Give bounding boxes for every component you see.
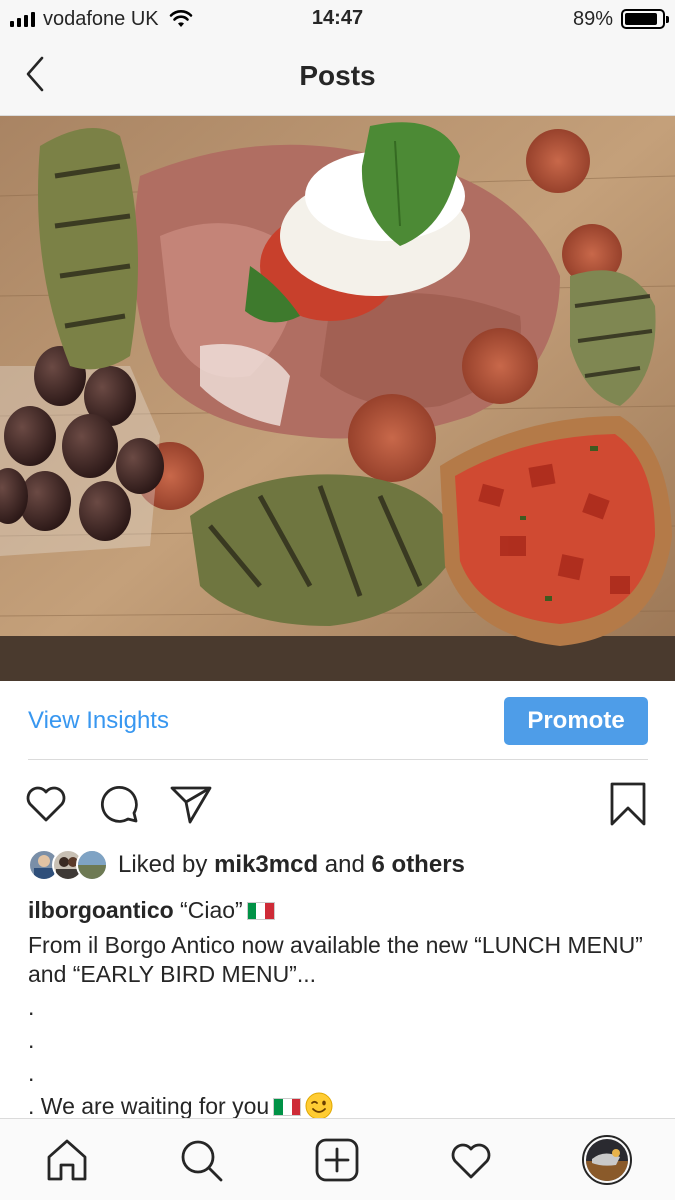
wink-emoji-icon [305,1092,333,1120]
liker-avatars [28,849,108,881]
promote-button[interactable]: Promote [504,697,648,745]
caption-closing: . We are waiting for you [28,1093,270,1119]
page-title: Posts [299,60,376,91]
comment-icon[interactable] [96,780,144,828]
food-platter-photo [0,116,675,681]
status-bar: vodafone UK 14:47 89% [0,0,675,40]
bookmark-icon[interactable] [604,780,652,828]
likes-row[interactable]: Liked by mik3mcd and 6 others [28,848,465,882]
caption-body: From il Borgo Antico now available the n… [28,932,643,987]
view-insights-link[interactable]: View Insights [28,707,169,735]
home-icon[interactable] [44,1137,90,1183]
post-actions [0,776,675,832]
caption-dot: . [28,1060,35,1086]
caption-title: “Ciao” [173,897,243,923]
add-post-icon[interactable] [314,1137,360,1183]
insights-row: View Insights Promote [0,681,675,761]
caption-title-line: ilborgoantico “Ciao” [28,896,648,925]
likes-prefix: Liked by [118,851,215,878]
post-caption: ilborgoantico “Ciao” From il Borgo Antic… [28,896,648,1121]
caption-username[interactable]: ilborgoantico [28,897,174,923]
nav-header: Posts [0,40,675,116]
caption-dot: . [28,994,35,1020]
status-right: 89% [572,6,669,32]
likes-middle: and [318,851,372,878]
italy-flag-icon [273,1098,302,1116]
activity-heart-icon[interactable] [448,1137,494,1183]
caption-closing-line: . We are waiting for you [28,1092,648,1121]
profile-avatar[interactable] [582,1135,632,1185]
search-icon[interactable] [178,1137,224,1183]
share-icon[interactable] [166,780,214,828]
avatar [586,1139,628,1181]
likes-others[interactable]: 6 others [372,851,465,879]
italy-flag-icon [246,902,275,920]
caption-dot: . [28,1027,35,1053]
post-photo[interactable] [0,116,675,681]
avatar [76,849,108,881]
liker-username[interactable]: mik3mcd [214,851,318,879]
heart-icon[interactable] [22,780,70,828]
battery-percent: 89% [572,7,613,30]
divider [28,759,648,760]
battery-icon [621,9,669,29]
tab-bar [0,1118,675,1200]
